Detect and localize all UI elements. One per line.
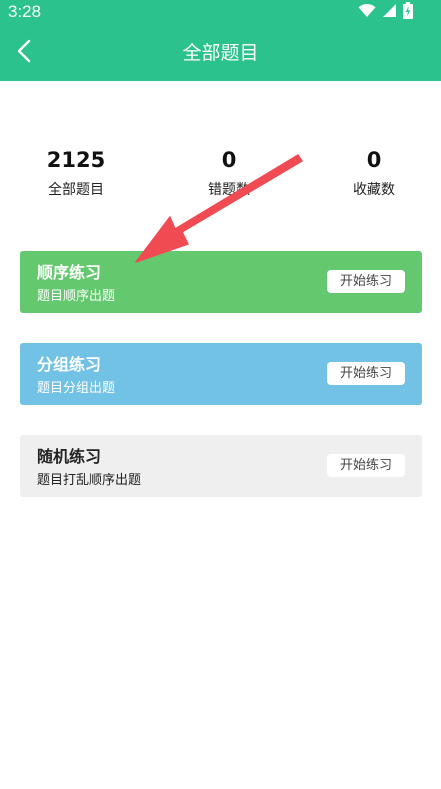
start-practice-button[interactable]: 开始练习: [327, 454, 405, 477]
card-title: 随机练习: [37, 447, 102, 466]
battery-charging-icon: [403, 1, 413, 23]
start-practice-button[interactable]: 开始练习: [327, 362, 405, 385]
stat-all-questions[interactable]: 2125 全部题目: [21, 146, 131, 199]
stats-row: 2125 全部题目 0 错题数 0 收藏数: [0, 146, 441, 208]
card-subtitle: 题目打乱顺序出题: [37, 473, 142, 488]
status-bar: 3:28: [0, 0, 441, 24]
app-header: 全部题目: [0, 24, 441, 81]
card-random-practice[interactable]: 随机练习 题目打乱顺序出题 开始练习: [20, 435, 422, 497]
start-practice-button[interactable]: 开始练习: [327, 270, 405, 293]
card-title: 分组练习: [37, 355, 102, 374]
page-title: 全部题目: [182, 42, 259, 64]
card-grouped-practice[interactable]: 分组练习 题目分组出题 开始练习: [20, 343, 422, 405]
wifi-icon: [358, 3, 376, 22]
stat-value: 0: [221, 148, 237, 172]
stat-label: 全部题目: [48, 182, 104, 198]
card-title: 顺序练习: [37, 263, 102, 282]
status-icons: [358, 1, 413, 23]
card-sequential-practice[interactable]: 顺序练习 题目顺序出题 开始练习: [20, 251, 422, 313]
stat-value: 0: [366, 148, 382, 172]
stat-wrong-questions[interactable]: 0 错题数: [174, 146, 284, 199]
stat-value: 2125: [46, 148, 106, 172]
status-time: 3:28: [8, 2, 42, 21]
card-subtitle: 题目顺序出题: [37, 289, 116, 304]
stat-label: 错题数: [208, 182, 250, 198]
stat-label: 收藏数: [353, 182, 395, 198]
card-subtitle: 题目分组出题: [37, 381, 116, 396]
stat-favorites[interactable]: 0 收藏数: [319, 146, 429, 199]
cellular-signal-icon: [382, 3, 397, 22]
